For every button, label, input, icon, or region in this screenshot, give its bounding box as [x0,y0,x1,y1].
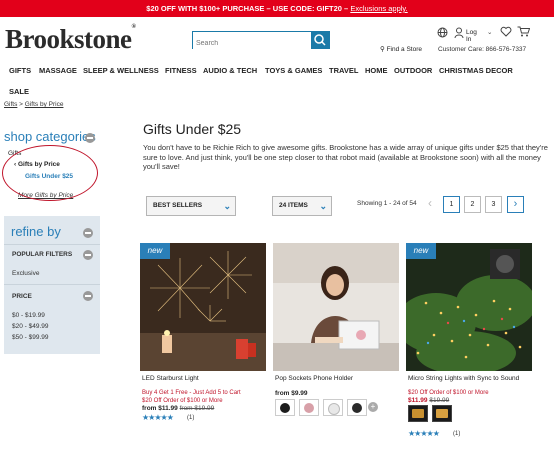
promo-banner: $20 OFF WITH $100+ PURCHASE – USE CODE: … [0,0,554,17]
promo-text: $20 OFF WITH $100+ PURCHASE – USE CODE: … [146,4,349,13]
refine-by-heading: refine by [11,224,61,239]
price-filter-0-19[interactable]: $0 - $19.99 [12,312,45,319]
page-1-button[interactable]: 1 [443,196,460,213]
product-image-pop-sockets[interactable] [273,243,399,371]
product-price: $11.99 $19.99 [408,397,450,404]
page-2-button[interactable]: 2 [464,196,481,213]
color-swatch-pink[interactable] [299,399,319,416]
collapse-categories-icon[interactable] [85,133,95,143]
rating-stars: ★★★★★ [142,413,174,422]
search-input[interactable] [193,35,311,52]
search-icon [314,34,326,46]
product-promo: $20 Off Order of $100 or More [408,390,489,396]
sort-select[interactable]: BEST SELLERS ⌄ [146,196,236,216]
review-count[interactable]: (1) [187,415,194,421]
cart-icon[interactable] [517,26,531,39]
chevron-down-icon: ⌄ [223,201,231,211]
user-icon[interactable] [454,27,464,41]
exclusions-link[interactable]: Exclusions apply. [350,4,407,13]
product-name[interactable]: Micro String Lights with Sync to Sound [408,375,519,382]
search-button[interactable] [311,32,329,48]
collapse-popular-filters-icon[interactable] [83,250,93,260]
color-swatch-dark[interactable] [347,399,367,416]
nav-item-outdoor[interactable]: OUTDOOR [394,66,432,75]
product-name[interactable]: Pop Sockets Phone Holder [275,375,353,382]
rating-stars: ★★★★★ [408,429,440,438]
heart-icon[interactable] [500,26,512,39]
product-price: from $9.99 [275,390,308,397]
prev-page-icon[interactable]: ‹ [428,196,432,210]
price-label: PRICE [12,293,32,300]
brookstone-logo[interactable]: Brookstone® [5,24,136,55]
nav-item-home[interactable]: HOME [365,66,388,75]
variant-swatch[interactable] [408,405,428,422]
breadcrumb: Gifts > Gifts by Price [4,101,64,108]
breadcrumb-gifts-by-price[interactable]: Gifts by Price [25,101,64,108]
results-count: Showing 1 - 24 of 54 [357,200,417,207]
filter-exclusive[interactable]: Exclusive [12,270,39,277]
map-pin-icon: ⚲ [380,46,385,53]
color-swatch-white[interactable] [323,399,343,416]
new-badge: new [140,243,170,259]
globe-icon[interactable] [437,27,448,40]
page-description: You don't have to be Richie Rich to give… [143,143,548,171]
nav-item-sleep-wellness[interactable]: SLEEP & WELLNESS [83,66,159,75]
customer-care-text: Customer Care: 866-576-7337 [438,46,527,53]
price-filter-20-49[interactable]: $20 - $49.99 [12,323,49,330]
search-box [192,31,330,52]
find-store-link[interactable]: ⚲ Find a Store [380,45,422,53]
review-count[interactable]: (1) [453,431,460,437]
chevron-down-icon: ⌄ [487,29,493,36]
nav-item-sale[interactable]: SALE [9,87,29,96]
nav-item-christmas-decor[interactable]: CHRISTMAS DECOR [439,66,513,75]
nav-item-fitness[interactable]: FITNESS [165,66,197,75]
items-per-page-select[interactable]: 24 ITEMS ⌄ [272,196,332,216]
red-circle-annotation [2,145,98,201]
page-title: Gifts Under $25 [143,121,242,137]
price-filter-50-99[interactable]: $50 - $99.99 [12,334,49,341]
product-image-led-starburst[interactable]: new [140,243,266,371]
refine-panel: refine by POPULAR FILTERS Exclusive PRIC… [4,216,100,354]
shop-categories-heading: shop categories [4,129,96,144]
next-page-icon[interactable]: › [507,196,524,213]
collapse-refine-icon[interactable] [83,228,93,238]
breadcrumb-gifts[interactable]: Gifts [4,101,17,108]
product-promo: $20 Off Order of $100 or More [142,398,223,404]
page-3-button[interactable]: 3 [485,196,502,213]
new-badge: new [406,243,436,259]
product-price: from $11.99 from $19.99 [142,405,215,412]
divider [4,244,100,245]
divider [4,284,100,285]
login-link[interactable]: Log In [466,29,477,43]
product-image-micro-string-lights[interactable]: new [406,243,532,371]
nav-item-travel[interactable]: TRAVEL [329,66,358,75]
more-colors-icon[interactable]: + [368,402,378,412]
product-promo: Buy 4 Get 1 Free - Just Add 5 to Cart [142,390,241,396]
nav-item-toys-games[interactable]: TOYS & GAMES [265,66,322,75]
variant-swatch[interactable] [432,405,452,422]
collapse-price-icon[interactable] [83,291,93,301]
nav-item-audio-tech[interactable]: AUDIO & TECH [203,66,257,75]
chevron-down-icon: ⌄ [319,201,327,211]
nav-item-massage[interactable]: MASSAGE [39,66,77,75]
popular-filters-label: POPULAR FILTERS [12,251,73,258]
nav-item-gifts[interactable]: GIFTS [9,66,31,75]
product-name[interactable]: LED Starburst Light [142,375,199,382]
color-swatch-black[interactable] [275,399,295,416]
